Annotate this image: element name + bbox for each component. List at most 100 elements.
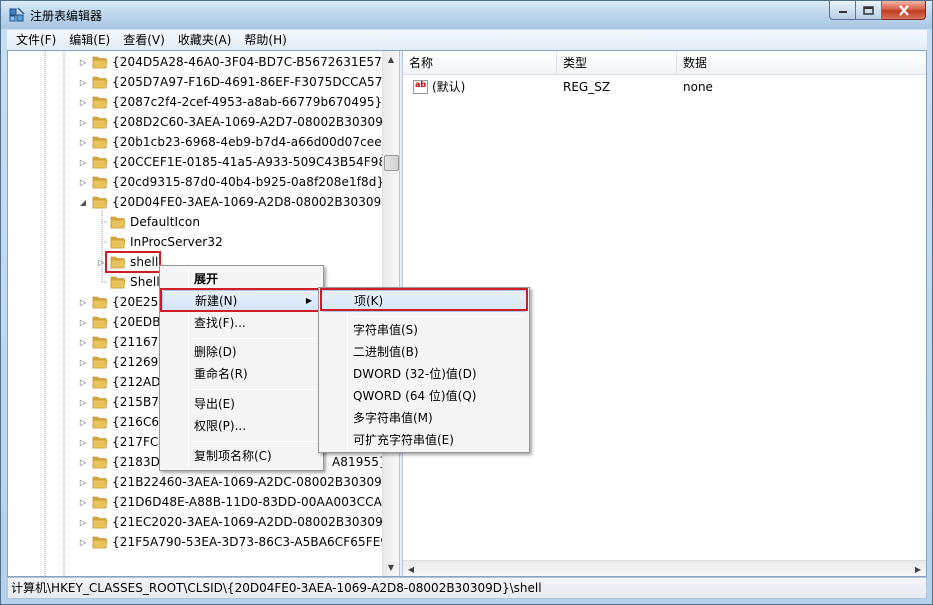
list-horizontal-scrollbar[interactable]: ◀ ▶ <box>403 560 926 576</box>
expand-arrow-icon[interactable]: ▷ <box>78 77 88 87</box>
menu-item-expand[interactable]: 展开 <box>162 268 321 290</box>
folder-icon <box>92 456 108 469</box>
menu-favorites[interactable]: 收藏夹(A) <box>171 30 238 50</box>
tree-item-label: DefaultIcon <box>130 215 201 229</box>
tree-item-label: InProcServer32 <box>130 235 223 249</box>
minimize-button[interactable] <box>829 1 856 20</box>
column-type-header[interactable]: 类型 <box>557 51 677 75</box>
menu-item-copy-key-name[interactable]: 复制项名称(C) <box>162 445 321 467</box>
tree-item[interactable]: ▷ {21D6D48E-A88B-11D0-83DD-00AA003CCABD <box>78 492 400 512</box>
tree-item[interactable]: ▷ {2087c2f4-2cef-4953-a8ab-66779b670495} <box>78 92 382 112</box>
column-name-header[interactable]: 名称 <box>403 51 557 75</box>
tree-item-label: {205D7A97-F16D-4691-86EF-F3075DCCA57D} <box>112 75 400 89</box>
close-button[interactable] <box>882 1 926 20</box>
regedit-icon <box>9 7 25 22</box>
submenu-item-expandable-string-value[interactable]: 可扩充字符串值(E) <box>321 429 527 451</box>
expand-arrow-icon <box>96 277 106 287</box>
menu-separator <box>351 316 523 317</box>
submenu-item-multi-string-value[interactable]: 多字符串值(M) <box>321 407 527 429</box>
expand-arrow-icon[interactable]: ▷ <box>78 417 88 427</box>
maximize-button[interactable] <box>856 1 882 20</box>
expand-arrow-icon[interactable]: ▷ <box>78 97 88 107</box>
tree-item[interactable]: ▷ {215B77 <box>78 392 167 412</box>
expand-arrow-icon[interactable]: ▷ <box>78 177 88 187</box>
expand-arrow-icon[interactable]: ▷ <box>78 317 88 327</box>
tree-item[interactable]: ▷ {20b1cb23-6968-4eb9-b7d4-a66d00d07cee} <box>78 132 389 152</box>
expand-arrow-icon[interactable]: ▷ <box>78 377 88 387</box>
scroll-right-arrow-icon[interactable]: ▶ <box>910 561 926 577</box>
caption-buttons <box>829 1 926 21</box>
tree-item-label: {20b1cb23-6968-4eb9-b7d4-a66d00d07cee} <box>112 135 390 149</box>
expand-arrow-icon[interactable]: ▷ <box>78 337 88 347</box>
expand-arrow-icon[interactable]: ▷ <box>78 117 88 127</box>
tree-item[interactable]: ◢ {20D04FE0-3AEA-1069-A2D8-08002B30309D} <box>78 192 398 212</box>
menu-view[interactable]: 查看(V) <box>116 30 171 50</box>
tree-item[interactable]: ▷ {212690 <box>78 352 166 372</box>
title-bar[interactable]: 注册表编辑器 <box>1 1 932 29</box>
tree-item[interactable]: ▷ {20cd9315-87d0-40b4-b925-0a8f208e1f8d} <box>78 172 384 192</box>
collapse-arrow-icon[interactable]: ◢ <box>78 197 88 207</box>
string-value-icon: ab <box>413 80 428 94</box>
submenu-item-string-value[interactable]: 字符串值(S) <box>321 319 527 341</box>
expand-arrow-icon[interactable]: ▷ <box>78 157 88 167</box>
expand-arrow-icon[interactable]: ▷ <box>78 357 88 367</box>
tree-item-label: {20CCEF1E-0185-41a5-A933-509C43B54F98} <box>112 155 394 169</box>
menu-item-delete[interactable]: 删除(D) <box>162 341 321 363</box>
shell-highlight-box <box>105 251 161 273</box>
tree-item[interactable]: InProcServer32 <box>96 232 223 252</box>
expand-arrow-icon[interactable]: ▷ <box>78 497 88 507</box>
folder-icon <box>92 436 108 449</box>
scroll-left-arrow-icon[interactable]: ◀ <box>403 561 419 577</box>
menu-item-find[interactable]: 查找(F)... <box>162 312 321 334</box>
tree-item[interactable]: ▷ {211671 <box>78 332 166 352</box>
list-item[interactable]: ab (默认) REG_SZ none <box>403 77 926 97</box>
menu-file[interactable]: 文件(F) <box>9 30 62 50</box>
folder-icon <box>92 296 108 309</box>
expand-arrow-icon[interactable]: ▷ <box>78 517 88 527</box>
tree-item[interactable]: ▷ {21EC2020-3AEA-1069-A2DD-08002B30309D} <box>78 512 400 532</box>
tree-item-label: {20D04FE0-3AEA-1069-A2D8-08002B30309D} <box>112 195 399 209</box>
expand-arrow-icon[interactable]: ▷ <box>78 137 88 147</box>
folder-icon <box>92 56 108 69</box>
expand-arrow-icon[interactable]: ▷ <box>78 397 88 407</box>
tree-item[interactable]: ▷ {212ADF <box>78 372 168 392</box>
expand-arrow-icon[interactable]: ▷ <box>78 477 88 487</box>
tree-item[interactable]: DefaultIcon <box>96 212 200 232</box>
submenu-item-binary-value[interactable]: 二进制值(B) <box>321 341 527 363</box>
menu-item-export[interactable]: 导出(E) <box>162 393 321 415</box>
expand-arrow-icon[interactable]: ▷ <box>78 297 88 307</box>
value-name: (默认) <box>432 80 466 94</box>
submenu-item-dword-value[interactable]: DWORD (32-位)值(D) <box>321 363 527 385</box>
folder-icon <box>92 496 108 509</box>
menu-help[interactable]: 帮助(H) <box>237 30 292 50</box>
menu-item-permissions[interactable]: 权限(P)... <box>162 415 321 437</box>
tree-item-label: {20cd9315-87d0-40b4-b925-0a8f208e1f8d} <box>112 175 385 189</box>
menu-edit[interactable]: 编辑(E) <box>62 30 116 50</box>
menu-item-rename[interactable]: 重命名(R) <box>162 363 321 385</box>
tree-item[interactable]: ▷ {204D5A28-46A0-3F04-BD7C-B5672631E57F} <box>78 52 397 72</box>
key-item-highlight-box <box>320 288 528 311</box>
tree-item[interactable]: ▷ {20EDB6 <box>78 312 168 332</box>
scroll-down-arrow-icon[interactable]: ▼ <box>383 559 399 575</box>
expand-arrow-icon[interactable]: ▷ <box>78 537 88 547</box>
folder-icon <box>92 356 108 369</box>
menu-separator <box>192 441 318 442</box>
tree-item[interactable]: ▷ {20CCEF1E-0185-41a5-A933-509C43B54F98} <box>78 152 394 172</box>
tree-item[interactable]: ▷ {21F5A790-53EA-3D73-86C3-A5BA6CF65FE9} <box>78 532 396 552</box>
tree-item[interactable]: ▷ {208D2C60-3AEA-1069-A2D7-08002B30309D} <box>78 112 400 132</box>
scroll-up-arrow-icon[interactable]: ▲ <box>383 51 399 67</box>
expand-arrow-icon[interactable]: ▷ <box>78 57 88 67</box>
tree-item[interactable]: ▷ {2183DA A81955} <box>78 452 387 472</box>
menu-bar: 文件(F) 编辑(E) 查看(V) 收藏夹(A) 帮助(H) <box>7 30 927 50</box>
folder-icon <box>92 136 108 149</box>
tree-item[interactable]: ▷ {217FC9 <box>78 432 166 452</box>
scroll-thumb[interactable] <box>384 155 399 171</box>
tree-item[interactable]: ▷ {216C62 <box>78 412 167 432</box>
submenu-item-qword-value[interactable]: QWORD (64 位)值(Q) <box>321 385 527 407</box>
tree-item[interactable]: ▷ {21B22460-3AEA-1069-A2DC-08002B30309D} <box>78 472 399 492</box>
tree-item[interactable]: ▷ {205D7A97-F16D-4691-86EF-F3075DCCA57D} <box>78 72 400 92</box>
column-data-header[interactable]: 数据 <box>677 51 926 75</box>
expand-arrow-icon[interactable]: ▷ <box>78 437 88 447</box>
folder-icon <box>92 336 108 349</box>
expand-arrow-icon[interactable]: ▷ <box>78 457 88 467</box>
